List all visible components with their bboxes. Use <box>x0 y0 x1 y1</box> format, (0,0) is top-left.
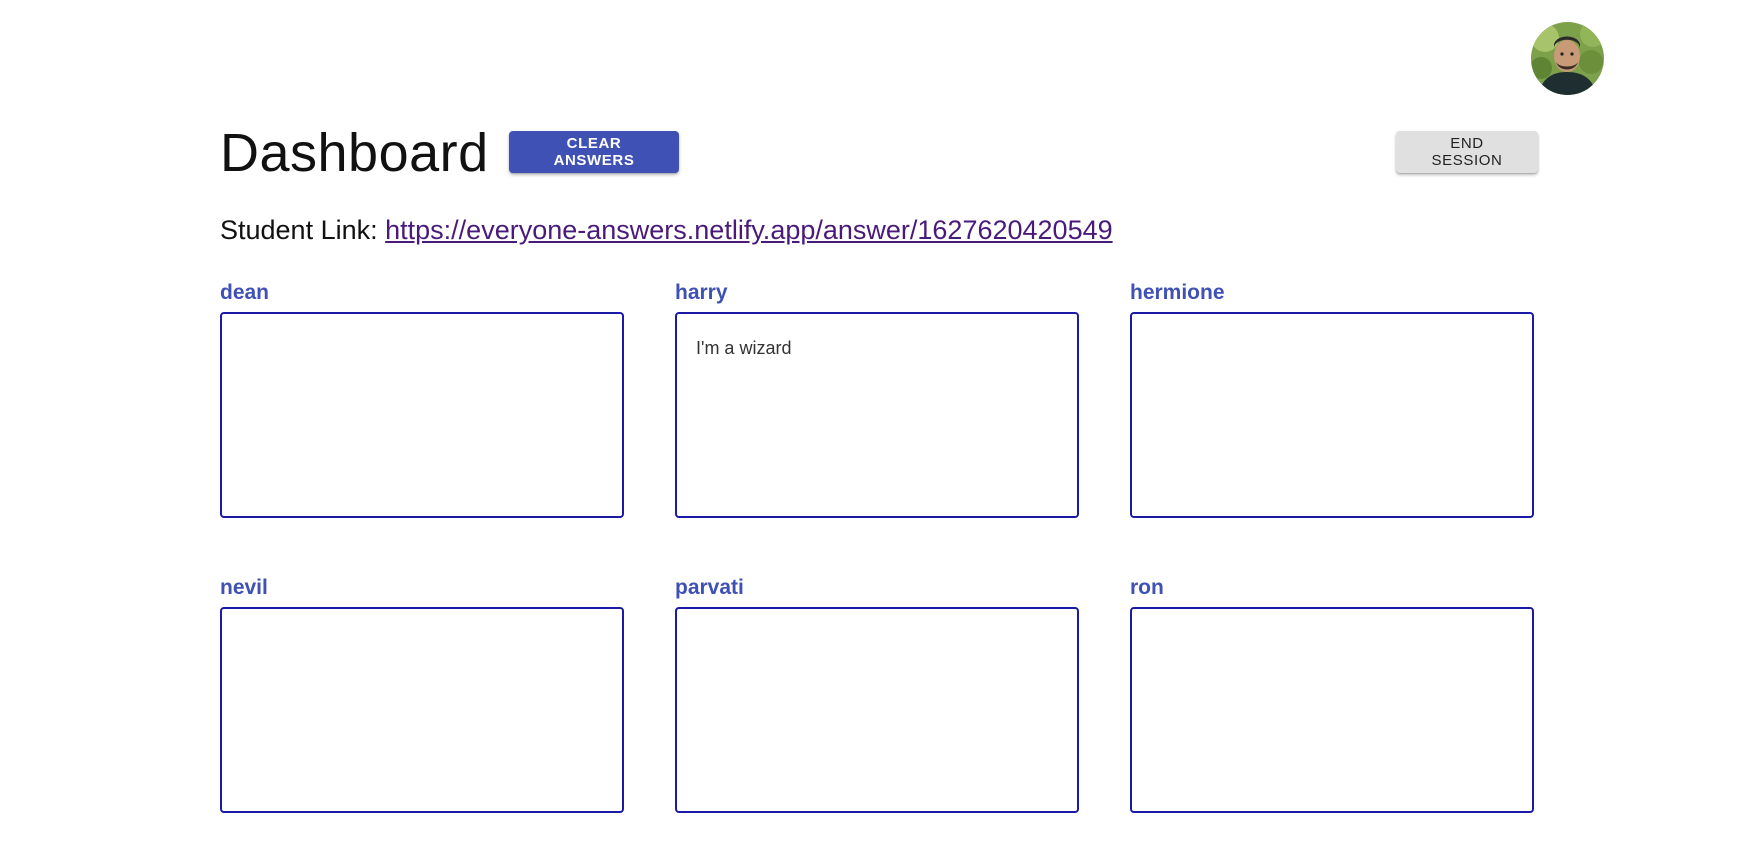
student-name-label: ron <box>1130 576 1164 599</box>
dashboard-header: Dashboard CLEAR ANSWERS END SESSION <box>220 118 1540 188</box>
answer-box-parvati[interactable] <box>675 607 1079 813</box>
student-link-row: Student Link: https://everyone-answers.n… <box>220 210 1113 250</box>
student-answers-grid: dean harry I'm a wizard hermione nevil p… <box>220 279 1536 813</box>
clear-answers-button[interactable]: CLEAR ANSWERS <box>509 131 679 173</box>
student-card-ron: ron <box>1130 574 1534 813</box>
student-card-harry: harry I'm a wizard <box>675 279 1079 518</box>
answer-box-nevil[interactable] <box>220 607 624 813</box>
student-name-label: nevil <box>220 576 268 599</box>
answer-box-dean[interactable] <box>220 312 624 518</box>
student-link-url[interactable]: https://everyone-answers.netlify.app/ans… <box>385 215 1112 245</box>
answer-box-ron[interactable] <box>1130 607 1534 813</box>
end-session-button[interactable]: END SESSION <box>1396 131 1538 173</box>
student-name-label: parvati <box>675 576 744 599</box>
student-card-parvati: parvati <box>675 574 1079 813</box>
answer-box-harry[interactable]: I'm a wizard <box>675 312 1079 518</box>
student-link-label: Student Link: <box>220 215 378 245</box>
dashboard-page: Dashboard CLEAR ANSWERS END SESSION Stud… <box>0 0 1755 861</box>
avatar-photo-icon <box>1531 22 1604 95</box>
student-card-dean: dean <box>220 279 624 518</box>
answer-box-hermione[interactable] <box>1130 312 1534 518</box>
student-name-label: harry <box>675 281 728 304</box>
student-name-label: dean <box>220 281 270 304</box>
user-avatar[interactable] <box>1531 22 1604 95</box>
student-name-label: hermione <box>1130 281 1225 304</box>
page-title: Dashboard <box>220 123 489 183</box>
student-card-hermione: hermione <box>1130 279 1534 518</box>
student-card-nevil: nevil <box>220 574 624 813</box>
